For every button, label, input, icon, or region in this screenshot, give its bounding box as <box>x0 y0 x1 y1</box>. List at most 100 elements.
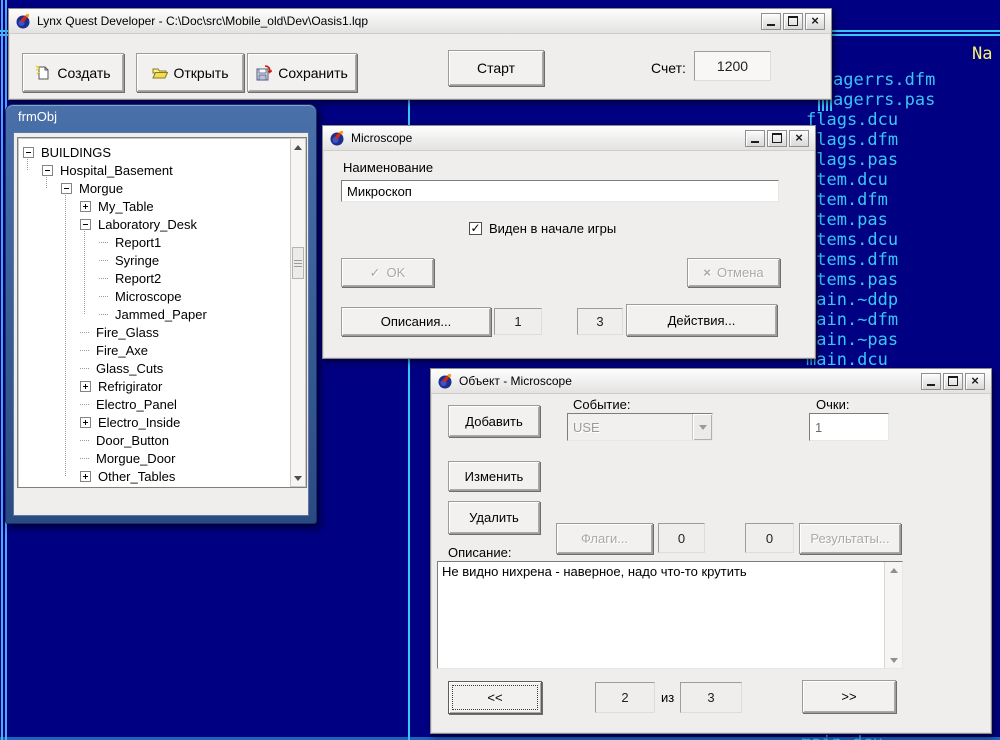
event-combobox[interactable]: USE <box>567 413 713 441</box>
tree-scrollbar[interactable] <box>290 138 306 487</box>
expand-icon[interactable] <box>80 381 91 392</box>
file-row[interactable]: items.dfm <box>806 250 898 270</box>
delete-button[interactable]: Удалить <box>448 501 540 534</box>
minimize-icon[interactable] <box>921 373 941 390</box>
results-button[interactable]: Результаты... <box>799 523 901 554</box>
description-label: Описание: <box>448 545 511 560</box>
actions-count-field: 3 <box>577 308 623 335</box>
minimize-icon[interactable] <box>745 130 765 147</box>
collapse-icon[interactable] <box>80 219 91 230</box>
page-of-label: из <box>661 690 674 705</box>
add-button[interactable]: Добавить <box>448 405 540 437</box>
tree-item-Electro_Inside[interactable]: Electro_Inside <box>18 413 289 431</box>
tree-item-Report1[interactable]: Report1 <box>18 233 289 251</box>
tree-item-label: Refrigirator <box>98 379 162 394</box>
prev-button[interactable]: << <box>448 681 542 714</box>
open-button[interactable]: Открыть <box>136 53 244 92</box>
file-row[interactable]: item.dcu <box>806 170 898 190</box>
collapse-icon[interactable] <box>23 147 34 158</box>
expand-icon[interactable] <box>80 417 91 428</box>
score-field[interactable]: 1200 <box>694 51 771 81</box>
file-row[interactable]: main.~ddp <box>806 290 898 310</box>
tree-item-BUILDINGS[interactable]: BUILDINGS <box>18 143 289 161</box>
tree-item-Morgue_Door[interactable]: Morgue_Door <box>18 449 289 467</box>
main-titlebar[interactable]: Lynx Quest Developer - C:\Doc\src\Mobile… <box>9 9 831 34</box>
visible-checkbox[interactable]: ✓ Виден в начале игры <box>469 221 616 236</box>
description-scrollbar[interactable] <box>884 562 902 668</box>
collapse-icon[interactable] <box>42 165 53 176</box>
minimize-icon[interactable] <box>761 13 781 30</box>
tree-item-Syringe[interactable]: Syringe <box>18 251 289 269</box>
tree-item-Morgue[interactable]: Morgue <box>18 179 289 197</box>
maximize-icon[interactable] <box>943 373 963 390</box>
start-button[interactable]: Старт <box>448 50 544 86</box>
tree-item-Fire_Glass[interactable]: Fire_Glass <box>18 323 289 341</box>
actions-button[interactable]: Действия... <box>626 304 777 336</box>
file-row[interactable]: agerrs.pas <box>833 90 935 110</box>
file-list: flags.dcuflags.dfmflags.pasitem.dcuitem.… <box>806 110 898 370</box>
file-row[interactable]: main.dcu <box>806 350 898 370</box>
new-button[interactable]: Создать <box>22 53 124 92</box>
tree-connector <box>99 242 108 243</box>
clipped-file-row: main.dcu <box>801 735 891 740</box>
file-row[interactable]: item.pas <box>806 210 898 230</box>
tree-item-Fire_Axe[interactable]: Fire_Axe <box>18 341 289 359</box>
flags-button-label: Флаги... <box>581 531 628 546</box>
scrollbar-thumb[interactable] <box>292 247 304 279</box>
descriptions-button[interactable]: Описания... <box>341 307 491 336</box>
tree-item-Report2[interactable]: Report2 <box>18 269 289 287</box>
scroll-up-icon[interactable] <box>886 563 901 577</box>
tree-connector <box>99 260 108 261</box>
collapse-icon[interactable] <box>61 183 72 194</box>
name-input[interactable] <box>341 180 779 202</box>
tree-item-Glass_Cuts[interactable]: Glass_Cuts <box>18 359 289 377</box>
tree-window-titlebar[interactable]: frmObj <box>6 105 316 128</box>
file-row[interactable]: agerrs.dfm <box>833 70 935 90</box>
open-folder-icon <box>152 65 168 81</box>
file-row[interactable]: items.pas <box>806 270 898 290</box>
cancel-button[interactable]: × Отмена <box>687 258 780 287</box>
scroll-up-icon[interactable] <box>292 140 304 154</box>
file-row[interactable]: flags.dcu <box>806 110 898 130</box>
microscope-titlebar[interactable]: Microscope × <box>323 126 815 151</box>
close-icon[interactable]: × <box>805 13 825 30</box>
tree-item-Other_Tables[interactable]: Other_Tables <box>18 467 289 485</box>
file-row[interactable]: item.dfm <box>806 190 898 210</box>
expand-icon[interactable] <box>80 471 91 482</box>
points-input[interactable] <box>809 413 889 441</box>
maximize-icon[interactable] <box>783 13 803 30</box>
edit-button[interactable]: Изменить <box>448 461 540 491</box>
tree-item-Laboratory_Desk[interactable]: Laboratory_Desk <box>18 215 289 233</box>
tree-item-Microscope[interactable]: Microscope <box>18 287 289 305</box>
next-button[interactable]: >> <box>802 680 896 713</box>
flags-button[interactable]: Флаги... <box>556 523 653 554</box>
tree-item-Refrigirator[interactable]: Refrigirator <box>18 377 289 395</box>
expand-icon[interactable] <box>80 201 91 212</box>
ok-button[interactable]: ✓ OK <box>341 258 434 287</box>
tree-item-My_Table[interactable]: My_Table <box>18 197 289 215</box>
file-row[interactable]: flags.pas <box>806 150 898 170</box>
close-icon[interactable]: × <box>789 130 809 147</box>
object-window: Объект - Microscope × Добавить Событие: … <box>430 368 992 734</box>
description-textarea[interactable]: Не видно нихрена - наверное, надо что-то… <box>437 561 903 669</box>
scroll-down-icon[interactable] <box>886 653 901 667</box>
page-total-field: 3 <box>680 682 742 713</box>
description-text: Не видно нихрена - наверное, надо что-то… <box>442 564 880 579</box>
file-row[interactable]: main.~dfm <box>806 310 898 330</box>
file-row[interactable]: items.dcu <box>806 230 898 250</box>
close-icon[interactable]: × <box>965 373 985 390</box>
maximize-icon[interactable] <box>767 130 787 147</box>
tree-item-Door_Button[interactable]: Door_Button <box>18 431 289 449</box>
tree-item-Electro_Panel[interactable]: Electro_Panel <box>18 395 289 413</box>
object-titlebar[interactable]: Объект - Microscope × <box>431 369 991 394</box>
save-button[interactable]: Сохранить <box>247 53 357 92</box>
chevron-down-icon[interactable] <box>692 414 712 440</box>
checkbox-check-icon[interactable]: ✓ <box>469 222 482 235</box>
scroll-down-icon[interactable] <box>292 471 304 485</box>
file-row[interactable]: flags.dfm <box>806 130 898 150</box>
delete-button-label: Удалить <box>469 510 519 525</box>
tree-item-Hospital_Basement[interactable]: Hospital_Basement <box>18 161 289 179</box>
file-row[interactable]: main.~pas <box>806 330 898 350</box>
tree-item-Jammed_Paper[interactable]: Jammed_Paper <box>18 305 289 323</box>
file-panel-name-header: Na <box>972 44 992 64</box>
